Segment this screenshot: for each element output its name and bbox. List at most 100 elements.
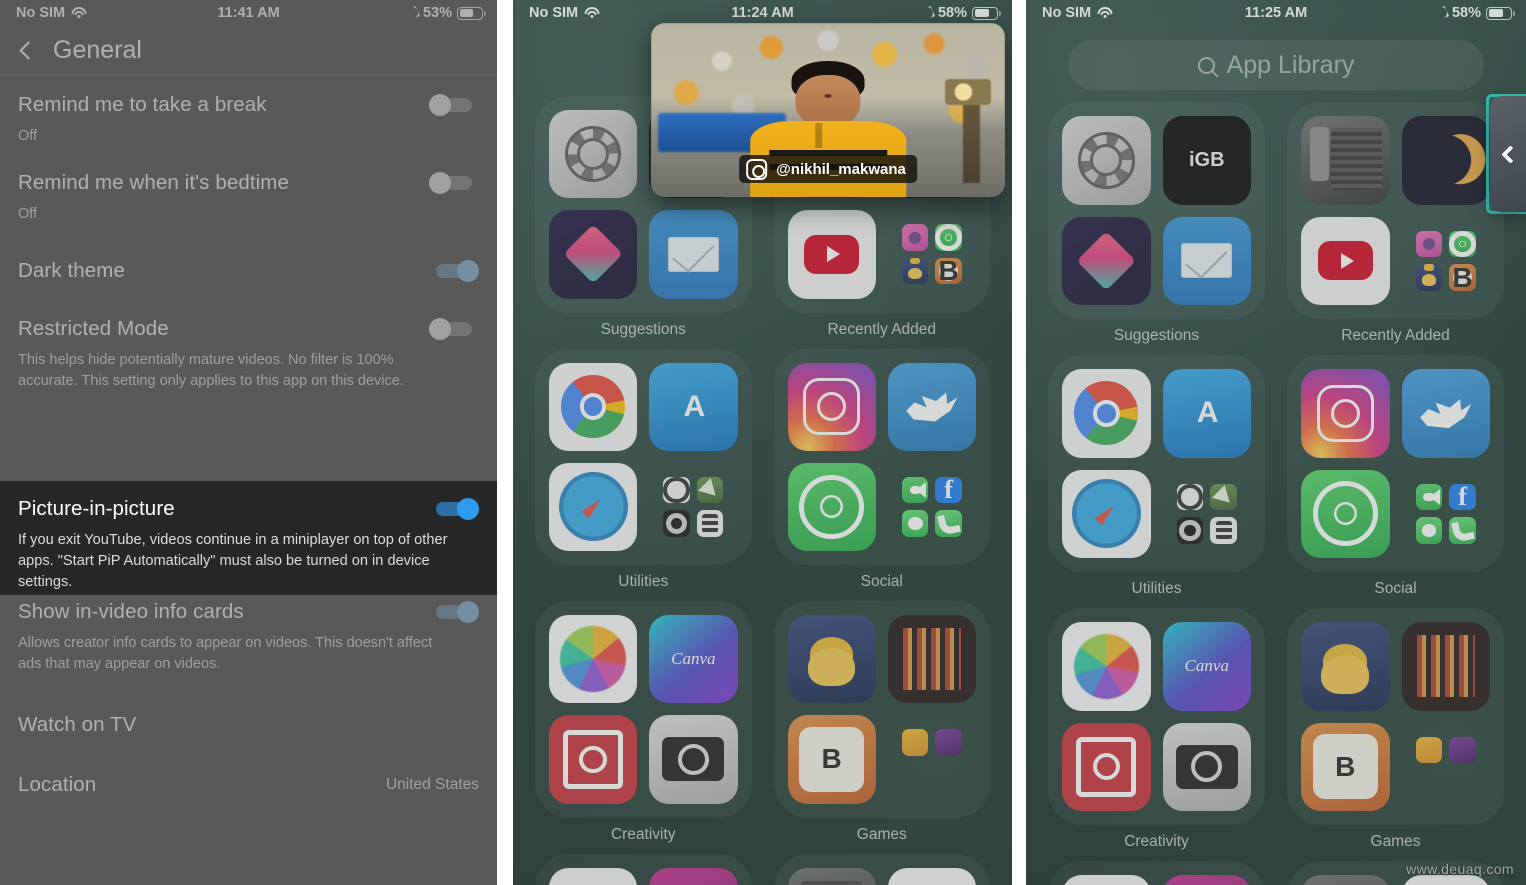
pink-app-icon[interactable] (901, 224, 929, 251)
calculator-icon[interactable] (787, 867, 876, 885)
setting-row-location[interactable]: Location United States (0, 737, 497, 797)
whatsapp-icon[interactable] (1449, 230, 1476, 258)
king-game-icon[interactable] (1415, 264, 1443, 291)
app-library-search-field[interactable]: App Library (1068, 40, 1484, 90)
inshot-icon[interactable] (1062, 722, 1151, 811)
king-game-icon[interactable] (901, 257, 929, 285)
youtube-icon[interactable] (1062, 875, 1151, 885)
chrome-icon[interactable] (549, 362, 638, 451)
toggle-info-cards[interactable] (429, 601, 479, 624)
twitter-icon[interactable] (887, 362, 976, 451)
king-game-icon[interactable] (1301, 622, 1390, 711)
purple-game-icon[interactable] (935, 729, 962, 756)
folder-icons[interactable] (535, 348, 752, 565)
safari-icon[interactable] (549, 462, 638, 551)
folder-icons[interactable] (1287, 608, 1504, 825)
slack-icon[interactable] (887, 867, 976, 885)
itunes-store-icon[interactable] (649, 867, 738, 885)
phone-icon[interactable] (935, 510, 962, 537)
facebook-icon[interactable] (935, 476, 962, 504)
folder-icons[interactable] (1287, 102, 1504, 319)
phone-app-icon[interactable] (1210, 517, 1237, 544)
toggle-picture-in-picture[interactable] (429, 498, 479, 520)
facetime-icon[interactable] (901, 476, 929, 504)
setting-row-restricted-mode[interactable]: Restricted Mode This helps hide potentia… (0, 283, 497, 392)
phone-icon[interactable] (1449, 517, 1476, 544)
mini-group-icon[interactable] (649, 463, 737, 551)
settings-icon[interactable] (1062, 116, 1151, 205)
whatsapp-icon[interactable] (787, 462, 876, 551)
chrome-icon[interactable] (1062, 369, 1151, 458)
toggle-remind-break[interactable] (429, 94, 479, 116)
youtube-icon[interactable] (1301, 216, 1390, 305)
twitter-icon[interactable] (1401, 369, 1490, 458)
folder-games[interactable]: Games (1287, 608, 1504, 851)
instagram-icon[interactable] (787, 362, 876, 451)
folder-partial-left[interactable] (1048, 861, 1265, 885)
folder-icons[interactable] (1287, 355, 1504, 572)
facebook-icon[interactable] (1449, 483, 1476, 511)
mail-icon[interactable] (649, 210, 738, 299)
camera-icon[interactable] (1162, 722, 1251, 811)
mini-group-icon[interactable] (1402, 217, 1491, 306)
setting-row-dark-theme[interactable]: Dark theme (0, 225, 497, 283)
youtube-icon[interactable] (549, 867, 638, 885)
black-camera-icon[interactable] (663, 510, 690, 537)
setting-row-remind-bedtime[interactable]: Remind me when it's bedtime Off (0, 147, 497, 225)
bigb-game-icon[interactable] (787, 715, 876, 804)
folder-icons[interactable] (1048, 608, 1265, 825)
folder-creativity[interactable]: Creativity (535, 601, 752, 844)
phone-app-icon[interactable] (696, 510, 724, 537)
picture-in-picture-player[interactable]: @nikhil_makwana (651, 23, 1005, 197)
bigb-game-icon[interactable] (935, 257, 962, 285)
shooter-game-icon[interactable] (887, 615, 976, 704)
folder-icons[interactable] (773, 601, 990, 818)
messages-icon[interactable] (901, 510, 929, 537)
camera-icon[interactable] (649, 715, 738, 804)
bigb-game-icon[interactable] (1449, 264, 1476, 291)
navigation-icon[interactable] (696, 476, 724, 504)
app-store-icon[interactable] (649, 362, 738, 451)
itunes-store-icon[interactable] (1162, 875, 1251, 885)
mini-group-icon[interactable] (1163, 470, 1252, 559)
canva-icon[interactable] (649, 615, 738, 704)
shooter-game-icon[interactable] (1401, 622, 1490, 711)
folder-icons[interactable] (1048, 355, 1265, 572)
folder-utilities[interactable]: Utilities (1048, 355, 1265, 598)
folder-suggestions[interactable]: Suggestions (1048, 102, 1265, 345)
black-camera-icon[interactable] (1176, 517, 1204, 544)
folder-icons[interactable] (535, 853, 752, 885)
bigb-game-icon[interactable] (1301, 722, 1390, 811)
app-store-icon[interactable] (1162, 369, 1251, 458)
compass-icon[interactable] (1176, 483, 1204, 511)
toggle-dark-theme[interactable] (429, 260, 479, 283)
settings-icon[interactable] (549, 110, 638, 199)
puzzle-game-icon[interactable] (901, 729, 929, 756)
folder-games[interactable]: Games (773, 601, 990, 844)
youtube-icon[interactable] (787, 210, 876, 299)
setting-row-picture-in-picture[interactable]: Picture-in-picture If you exit YouTube, … (0, 481, 497, 595)
toggle-remind-bedtime[interactable] (429, 172, 479, 195)
king-game-icon[interactable] (787, 615, 876, 704)
mini-group-icon[interactable] (1402, 470, 1491, 559)
facetime-icon[interactable] (1415, 483, 1443, 511)
mini-group-icon[interactable] (888, 210, 976, 298)
igb-icon[interactable] (1162, 116, 1251, 205)
calculator-icon[interactable] (1301, 875, 1390, 885)
puzzle-game-icon[interactable] (1415, 736, 1443, 764)
folder-social[interactable]: Social (773, 348, 990, 592)
photos-icon[interactable] (1062, 622, 1151, 711)
folder-icons[interactable] (1048, 861, 1265, 885)
folder-utilities[interactable]: Utilities (535, 348, 752, 592)
mini-group-icon[interactable] (888, 715, 976, 803)
mini-group-icon[interactable] (1402, 723, 1491, 812)
instagram-icon[interactable] (1301, 369, 1390, 458)
folder-icons[interactable] (1048, 102, 1265, 319)
compass-icon[interactable] (663, 476, 690, 504)
whatsapp-icon[interactable] (1301, 469, 1390, 558)
shortcuts-icon[interactable] (1062, 216, 1151, 305)
pink-app-icon[interactable] (1415, 230, 1443, 258)
chevron-left-icon[interactable] (19, 40, 38, 60)
safari-icon[interactable] (1062, 469, 1151, 558)
moon-app-icon[interactable] (1401, 116, 1490, 205)
